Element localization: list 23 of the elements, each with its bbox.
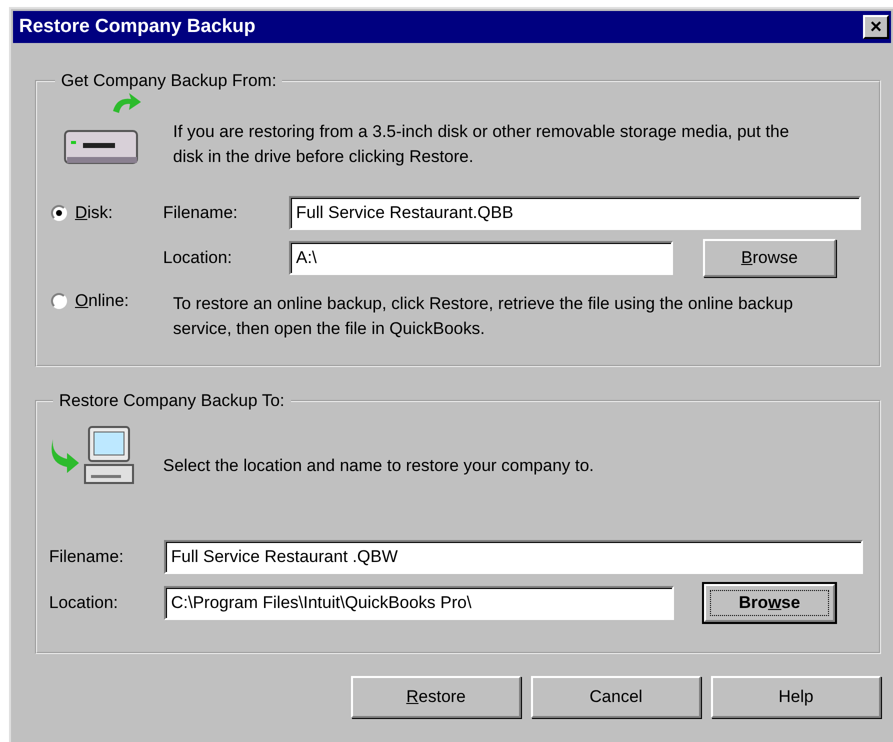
group-title: Get Company Backup From: <box>60 71 278 91</box>
field-label: Location: <box>163 248 233 268</box>
online-description: To restore an online backup, click Restore, retrieve the file using the online backup service, then open the file in QuickBooks. <box>173 293 794 340</box>
drive-icon <box>63 91 141 167</box>
location-field[interactable]: A:\ <box>289 241 673 275</box>
group-title: Restore Company Backup To: <box>58 391 286 411</box>
dialog-button[interactable]: Restore <box>351 676 521 718</box>
field-label: Location: <box>49 593 119 613</box>
filename-field[interactable]: Full Service Restaurant.QBB <box>289 196 861 230</box>
field-label: Filename: <box>163 203 239 223</box>
dialog-button[interactable]: Cancel <box>531 676 701 718</box>
instruction-text: Select the location and name to restore your company to. <box>163 455 594 477</box>
close-button[interactable]: × <box>863 15 889 39</box>
browse-button[interactable]: Browse <box>704 584 835 622</box>
browse-button[interactable]: Browse <box>703 239 836 277</box>
radio-button[interactable]: Disk: <box>51 203 163 223</box>
location-field[interactable]: C:\Program Files\Intuit\QuickBooks Pro\ <box>164 586 674 620</box>
dialog-button[interactable]: Help <box>711 676 881 718</box>
radio-button[interactable]: Online: <box>51 291 163 311</box>
filename-field[interactable]: Full Service Restaurant .QBW <box>164 540 863 574</box>
field-label: Filename: <box>49 547 125 567</box>
window-title: Restore Company Backup <box>19 16 256 38</box>
instruction-text: If you are restoring from a 3.5-inch disk or other removable storage media, put the disk in the drive before clicking Restore. <box>173 121 790 168</box>
